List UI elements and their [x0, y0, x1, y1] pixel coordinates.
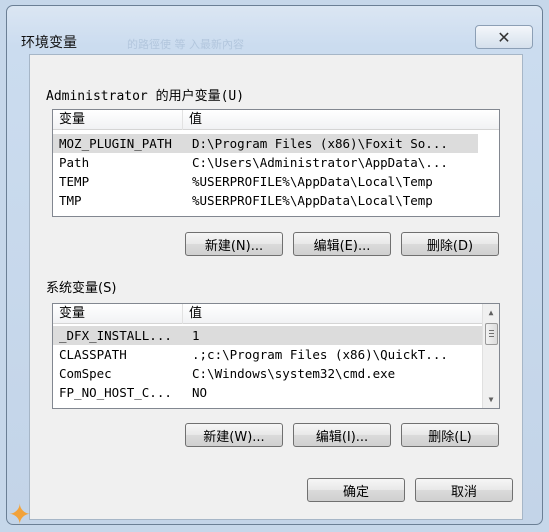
system-edit-button[interactable]: 编辑(I)...: [293, 423, 391, 447]
up-arrow-icon[interactable]: ▲: [483, 304, 499, 321]
user-edit-button[interactable]: 编辑(E)...: [293, 232, 391, 256]
user-vars-list[interactable]: 变量 值 MOZ_PLUGIN_PATH D:\Program Files (x…: [52, 109, 500, 217]
system-new-button[interactable]: 新建(W)...: [185, 423, 283, 447]
var-name: ComSpec: [59, 366, 112, 381]
dialog-client-area: Administrator 的用户变量(U) 变量 值 MOZ_PLUGIN_P…: [29, 54, 523, 520]
background-ghost-text: 的路徑使 等 入最新內容: [127, 38, 244, 51]
var-value: NO: [192, 385, 208, 400]
table-row[interactable]: ComSpec C:\Windows\system32\cmd.exe: [53, 364, 483, 383]
column-header-name[interactable]: 变量: [53, 110, 183, 130]
table-row[interactable]: TMP %USERPROFILE%\AppData\Local\Temp: [53, 191, 478, 210]
down-arrow-icon[interactable]: ▼: [483, 391, 499, 408]
var-name: _DFX_INSTALL...: [59, 328, 172, 343]
var-name: Path: [59, 155, 90, 170]
dialog-title: 环境变量: [21, 35, 77, 51]
var-value: %USERPROFILE%\AppData\Local\Temp: [192, 193, 433, 208]
column-header-value[interactable]: 值: [183, 110, 499, 130]
user-delete-button[interactable]: 删除(D): [401, 232, 499, 256]
decorative-star-icon: ✦: [8, 498, 32, 531]
var-value: .;c:\Program Files (x86)\QuickT...: [192, 347, 448, 362]
user-vars-header: 变量 值: [53, 110, 499, 130]
var-name: TEMP: [59, 174, 90, 189]
table-row[interactable]: CLASSPATH .;c:\Program Files (x86)\Quick…: [53, 345, 483, 364]
table-row[interactable]: Path C:\Users\Administrator\AppData\...: [53, 153, 478, 172]
ok-button[interactable]: 确定: [307, 478, 405, 502]
var-value: D:\Program Files (x86)\Foxit So...: [192, 136, 448, 151]
system-vars-header: 变量 值: [53, 304, 484, 324]
table-row[interactable]: _DFX_INSTALL... 1: [53, 326, 483, 345]
column-header-value[interactable]: 值: [183, 304, 484, 324]
scrollbar-thumb[interactable]: [485, 323, 498, 345]
var-value: 1: [192, 328, 200, 343]
system-delete-button[interactable]: 删除(L): [401, 423, 499, 447]
var-value: C:\Windows\system32\cmd.exe: [192, 366, 396, 381]
var-name: MOZ_PLUGIN_PATH: [59, 136, 172, 151]
var-name: FP_NO_HOST_C...: [59, 385, 172, 400]
system-vars-list[interactable]: 变量 值 _DFX_INSTALL... 1 CLASSPATH .;c:\Pr…: [52, 303, 500, 409]
table-row[interactable]: MOZ_PLUGIN_PATH D:\Program Files (x86)\F…: [53, 134, 478, 153]
close-icon: ✕: [497, 27, 511, 47]
table-row[interactable]: TEMP %USERPROFILE%\AppData\Local\Temp: [53, 172, 478, 191]
var-name: TMP: [59, 193, 82, 208]
table-row[interactable]: FP_NO_HOST_C... NO: [53, 383, 483, 402]
close-button[interactable]: ✕: [475, 25, 533, 49]
vertical-scrollbar[interactable]: ▲ ▼: [482, 304, 499, 408]
user-new-button[interactable]: 新建(N)...: [185, 232, 283, 256]
column-header-name[interactable]: 变量: [53, 304, 183, 324]
var-value: C:\Users\Administrator\AppData\...: [192, 155, 448, 170]
cancel-button[interactable]: 取消: [415, 478, 513, 502]
user-vars-group-label: Administrator 的用户变量(U): [46, 89, 245, 104]
environment-variables-dialog: 环境变量 的路徑使 等 入最新內容 ✕ Administrator 的用户变量(…: [6, 5, 543, 525]
var-name: CLASSPATH: [59, 347, 127, 362]
system-vars-group-label: 系统变量(S): [46, 281, 117, 296]
var-value: %USERPROFILE%\AppData\Local\Temp: [192, 174, 433, 189]
